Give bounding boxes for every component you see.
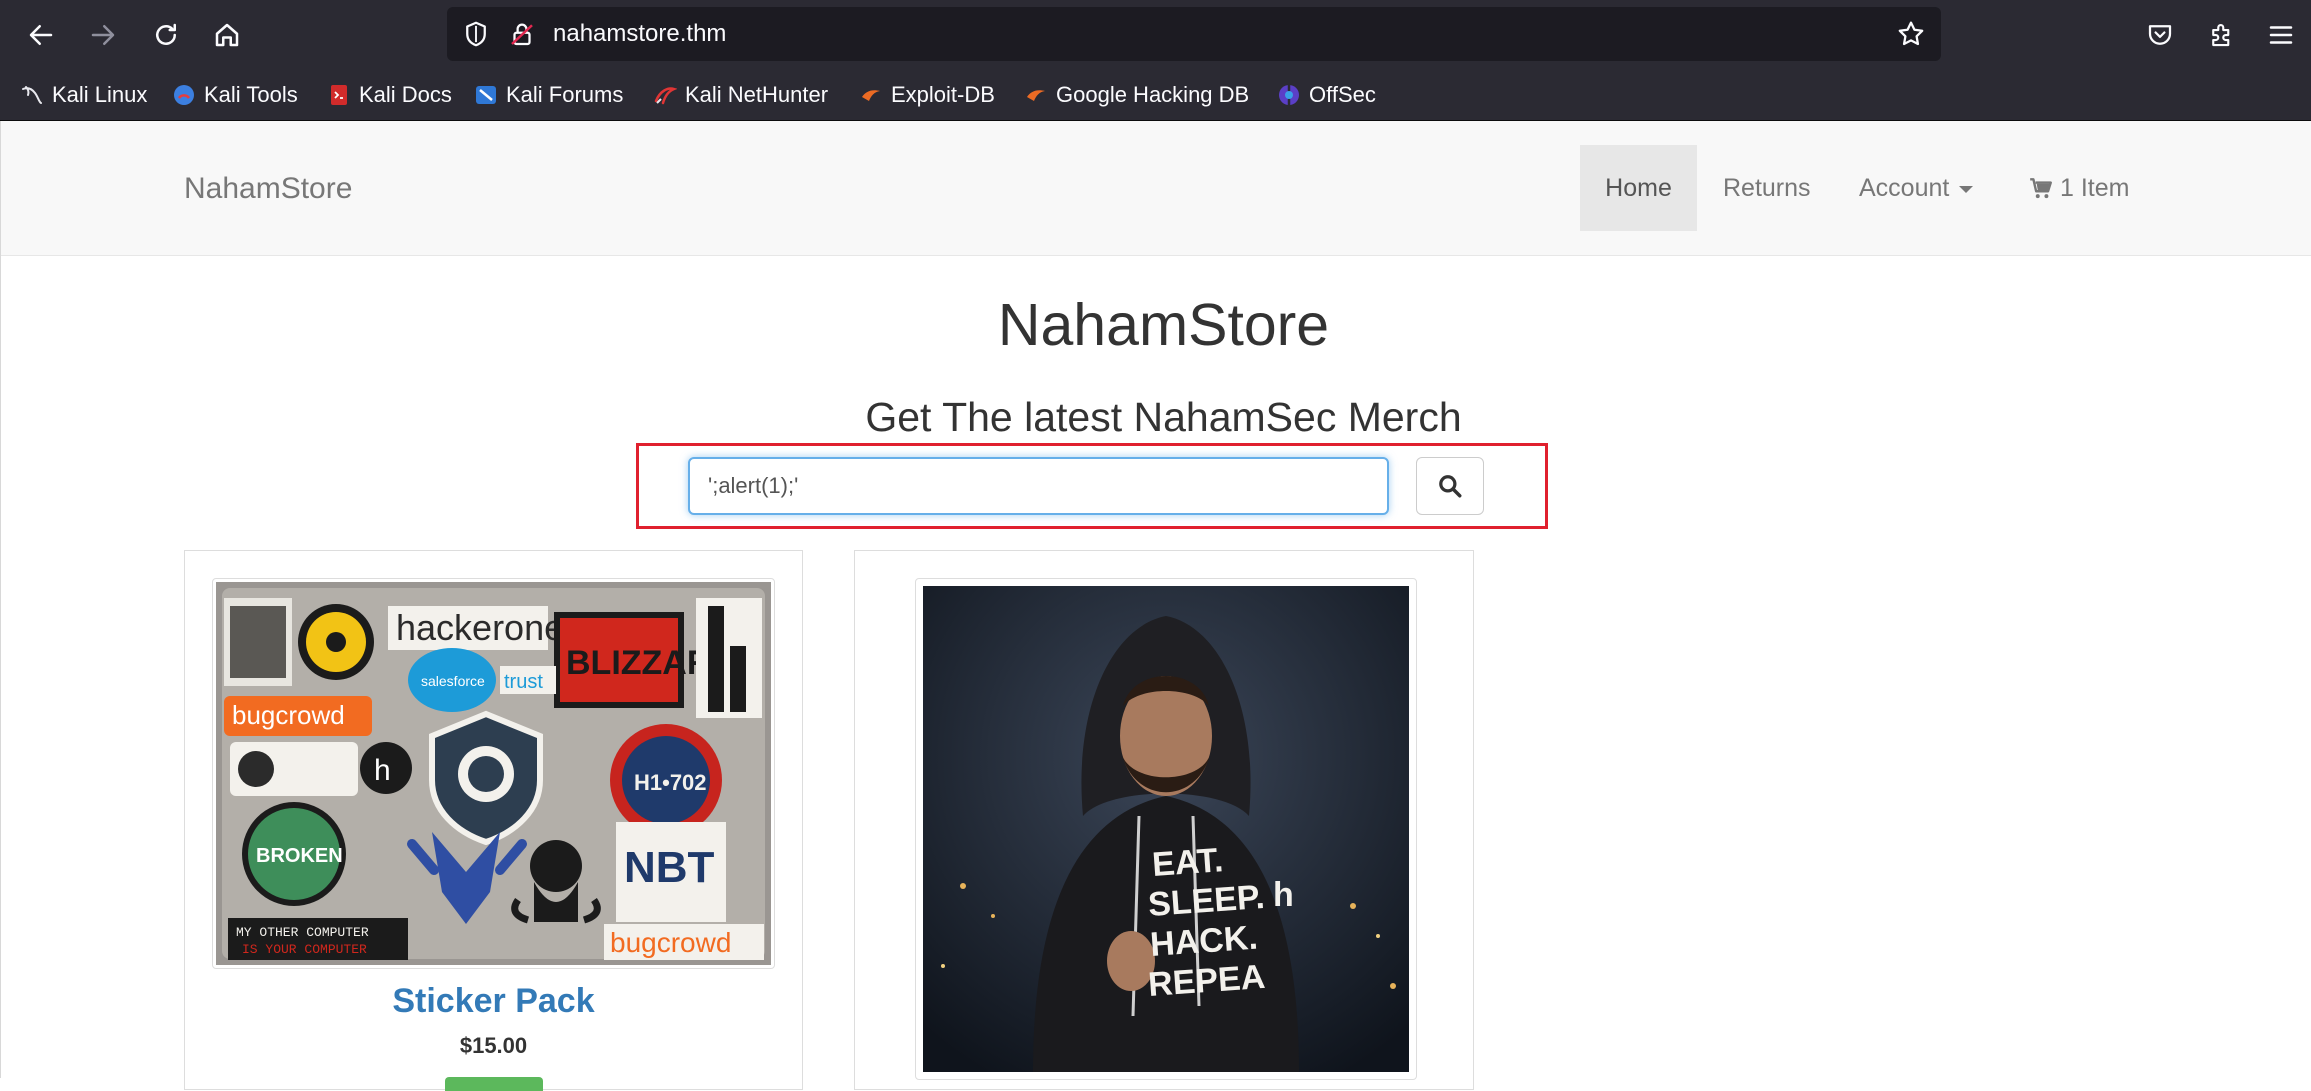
back-arrow-icon [29,25,53,45]
bookmark-label: Kali Linux [52,82,148,107]
bookmark-kali-linux[interactable]: Kali Linux [20,80,147,110]
kali-forums-icon [476,86,496,104]
bookmark-label: OffSec [1309,82,1376,107]
hoodie-photo-image: EAT. SLEEP. HACK. REPEA h [923,586,1409,1072]
browser-toolbar: nahamstore.thm [0,0,2311,70]
page-title: NahamStore [997,292,1330,358]
back-button[interactable] [18,12,64,58]
kali-nethunter-icon [654,87,677,105]
home-icon [215,23,239,47]
svg-text:H1•702: H1•702 [634,770,707,795]
kali-dragon-icon [22,86,42,104]
svg-text:EAT.: EAT. [1151,841,1225,884]
bookmark-label: Exploit-DB [891,82,995,107]
bookmark-offsec[interactable]: OffSec [1277,80,1376,110]
bookmark-kali-docs[interactable]: Kali Docs [327,80,452,110]
search-button[interactable] [1416,457,1484,515]
bookmark-label: Kali Docs [359,82,452,107]
product-card: EAT. SLEEP. HACK. REPEA h [854,550,1474,1090]
search-input[interactable] [688,457,1389,515]
bookmark-label: Kali NetHunter [685,82,829,107]
nav-account-label: Account [1859,173,1950,202]
nav-returns[interactable]: Returns [1696,145,1838,231]
nav-account-dropdown[interactable]: Account [1832,145,2000,231]
product-price: $15.00 [459,1033,528,1058]
bookmark-kali-tools[interactable]: Kali Tools [172,80,298,110]
search-icon [1439,475,1462,498]
svg-text:HACK.: HACK. [1149,919,1259,964]
ghdb-icon [1027,90,1045,101]
bookmark-kali-forums[interactable]: Kali Forums [474,80,623,110]
caret-down-icon [1959,186,1974,193]
nav-home-label: Home [1605,173,1672,202]
svg-text:hackerone: hackerone [396,607,564,648]
site-navbar: NahamStore Home Returns Account 1 Item [1,121,2311,256]
svg-text:bugcrowd: bugcrowd [232,700,345,730]
svg-text:salesforce: salesforce [421,673,485,689]
product-card: hackerone BLIZZARD salesforce trust bugc… [184,550,803,1091]
nav-returns-label: Returns [1723,173,1811,202]
svg-text:trust: trust [504,671,543,693]
home-button[interactable] [204,12,250,58]
kali-tools-icon [174,85,194,105]
pocket-button[interactable] [2137,12,2183,58]
bookmark-exploit-db[interactable]: Exploit-DB [859,80,995,110]
site-brand-link[interactable]: NahamStore [184,172,352,206]
svg-text:IS YOUR COMPUTER: IS YOUR COMPUTER [242,942,367,957]
product-image-sticker-pack[interactable]: hackerone BLIZZARD salesforce trust bugc… [212,578,775,969]
shield-icon[interactable] [461,19,491,49]
insecure-lock-icon[interactable] [507,19,537,49]
product-title-link[interactable]: Sticker Pack [185,982,802,1021]
bookmarks-toolbar: Kali Linux Kali Tools Kali Docs Kali For… [0,70,2311,121]
exploit-db-icon [862,90,880,101]
svg-text:NBT: NBT [624,843,715,892]
shopping-cart-icon [2030,178,2052,199]
forward-arrow-icon [91,25,115,45]
reload-icon [156,23,176,45]
extensions-button[interactable] [2199,12,2245,58]
svg-text:MY OTHER COMPUTER: MY OTHER COMPUTER [236,925,369,940]
sticker-laptop-image: hackerone BLIZZARD salesforce trust bugc… [216,582,771,965]
bookmark-label: Kali Tools [204,82,298,107]
url-bar[interactable]: nahamstore.thm [447,7,1941,61]
bookmark-label: Kali Forums [506,82,624,107]
product-image-hoodie[interactable]: EAT. SLEEP. HACK. REPEA h [915,578,1417,1080]
puzzle-piece-icon [2212,23,2230,47]
forward-button[interactable] [80,12,126,58]
reload-button[interactable] [143,12,189,58]
nav-cart[interactable]: 1 Item [2001,145,2156,231]
bookmark-label: Google Hacking DB [1056,82,1250,107]
svg-text:SLEEP.: SLEEP. [1147,878,1266,924]
offsec-icon [1279,85,1299,105]
nav-home[interactable]: Home [1580,145,1697,231]
svg-text:BROKEN: BROKEN [256,845,343,867]
bookmark-star-icon[interactable] [1895,18,1927,50]
bookmark-kali-nethunter[interactable]: Kali NetHunter [653,80,828,110]
url-text[interactable]: nahamstore.thm [553,19,726,49]
svg-text:bugcrowd: bugcrowd [610,927,731,958]
kali-docs-icon [331,85,347,105]
menu-button[interactable] [2258,12,2304,58]
pocket-icon [2148,25,2172,45]
hamburger-menu-icon [2269,26,2293,44]
bookmark-google-hacking-db[interactable]: Google Hacking DB [1024,80,1249,110]
web-page: NahamStore Home Returns Account 1 Item N… [0,121,2311,1091]
add-to-cart-button[interactable] [445,1077,543,1091]
svg-text:h: h [374,754,391,787]
nav-cart-label: 1 Item [2060,173,2130,202]
page-subtitle: Get The latest NahamSec Merch [865,394,1462,440]
svg-text:h: h [1273,876,1294,914]
